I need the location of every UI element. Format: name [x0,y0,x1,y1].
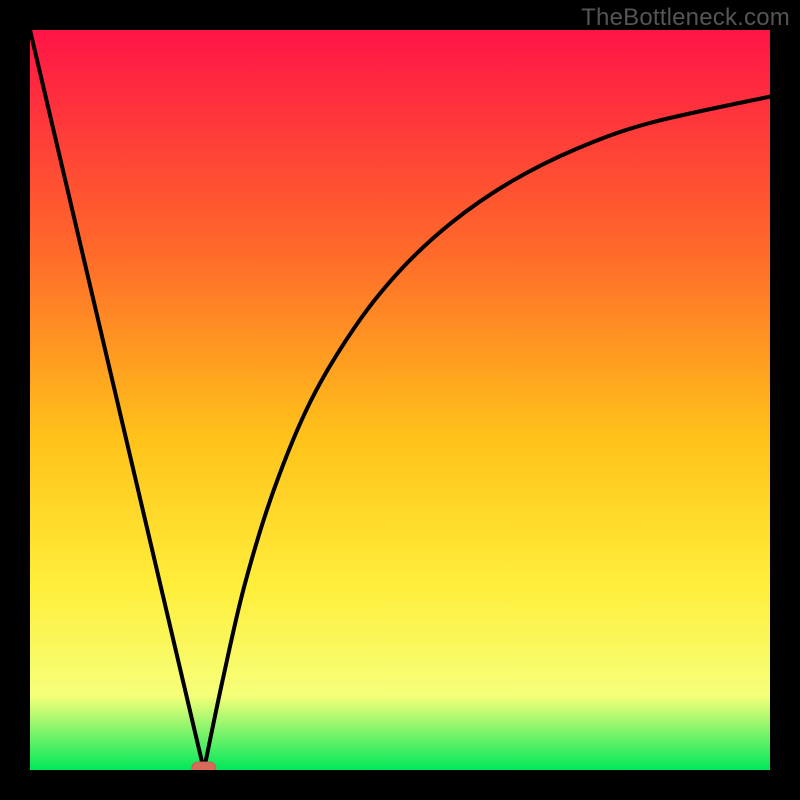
chart-svg [30,30,770,770]
watermark-text: TheBottleneck.com [581,4,790,32]
chart-frame [30,30,770,770]
minimum-marker [192,762,216,770]
gradient-background [30,30,770,770]
